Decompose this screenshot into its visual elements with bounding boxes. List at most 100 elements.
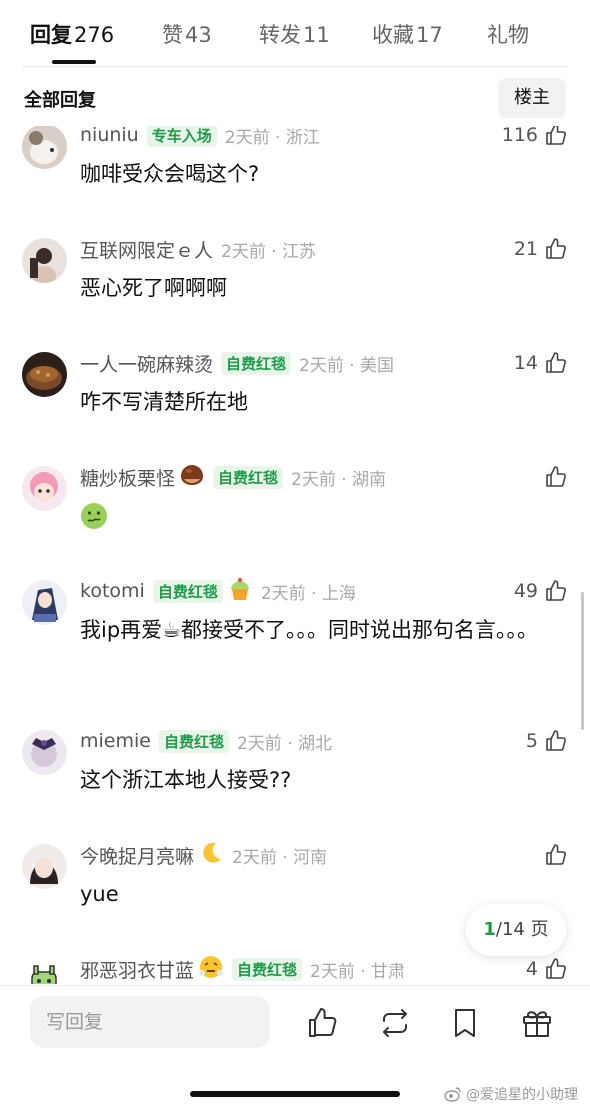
comment-meta: 糖炒板栗怪 自费红毯 2天前 · 湖南 [80, 462, 386, 492]
nauseated-face-emoji [81, 503, 107, 529]
chestnut-emoji [179, 462, 205, 492]
total-pages: /14 页 [495, 919, 549, 940]
tab-favorites-label: 收藏 [372, 23, 414, 47]
like-count: 49 [513, 580, 538, 602]
like-button[interactable] [544, 462, 568, 492]
like-button[interactable] [544, 840, 568, 870]
comment-time-location: 2天前 · 浙江 [224, 127, 320, 148]
thumbs-up-icon [546, 844, 566, 865]
current-page: 1 [483, 919, 496, 940]
op-only-button[interactable]: 楼主 [498, 78, 566, 118]
comment-item: 互联网限定ｅ人 2天前 · 江苏 21 恶心死了啊啊啊 [0, 224, 590, 318]
like-button[interactable]: 21 [514, 234, 568, 264]
comment-time-location: 2天前 · 湖南 [291, 469, 387, 490]
avatar[interactable] [22, 958, 67, 984]
comment-item: 一人一碗麻辣烫 自费红毯 2天前 · 美国 14 咋不写清楚所在地 [0, 338, 590, 432]
tab-replies-count: 276 [74, 23, 115, 47]
comment-text: 咋不写清楚所在地 [80, 390, 248, 414]
home-indicator [190, 1091, 400, 1097]
comment-meta: 一人一碗麻辣烫 自费红毯 2天前 · 美国 [80, 348, 394, 378]
thumbs-up-icon [546, 580, 566, 601]
thumbs-up-icon [546, 352, 566, 373]
thumbs-up-icon [546, 126, 566, 145]
comment-text [80, 498, 550, 541]
comment-item: 糖炒板栗怪 自费红毯 2天前 · 湖南 [0, 452, 590, 546]
username[interactable]: niuniu [80, 126, 139, 146]
bookmark-icon[interactable] [448, 1006, 482, 1040]
tab-replies-label: 回复 [30, 23, 72, 47]
like-count: 21 [513, 238, 538, 260]
comment-time-location: 2天前 · 甘肃 [310, 961, 406, 982]
comment-time-location: 2天前 · 上海 [260, 583, 356, 604]
thumbs-up-icon [546, 466, 566, 487]
comment-item: miemie 自费红毯 2天前 · 湖北 5 这个浙江本地人接受?? [0, 716, 590, 810]
tab-likes-label: 赞 [162, 23, 183, 47]
avatar[interactable] [22, 580, 67, 625]
like-button[interactable]: 14 [514, 348, 568, 378]
like-button[interactable]: 4 [526, 954, 568, 984]
bottom-bar-divider [0, 985, 590, 986]
comment-item: kotomi 自费红毯 2天前 · 上海 49 我ip再爱☕都接受不了。。。同时… [0, 566, 590, 700]
thumbs-up-icon [546, 238, 566, 259]
replies-subheader: 全部回复 楼主 [0, 78, 590, 122]
crescent-moon-emoji [198, 840, 224, 870]
like-count: 14 [513, 352, 538, 374]
comment-meta: 互联网限定ｅ人 2天前 · 江苏 [80, 234, 316, 264]
tabs-divider [22, 66, 568, 67]
comment-time-location: 2天前 · 河南 [232, 847, 328, 868]
comment-text: 这个浙江本地人接受?? [80, 768, 292, 792]
steam-face-emoji [198, 954, 224, 984]
user-badge: 自费红毯 [158, 729, 229, 753]
like-count: 116 [501, 126, 538, 146]
thumbs-up-icon [546, 958, 566, 979]
comment-item: niuniu 专车入场 2天前 · 浙江 116 咖啡受众会喝这个? [0, 126, 590, 204]
comment-text: 我ip再爱☕都接受不了。。。同时说出那句名言。。。 [80, 618, 538, 642]
username[interactable]: kotomi [80, 580, 145, 602]
watermark: @爱追星的小助理 [444, 1084, 578, 1104]
like-button[interactable]: 116 [502, 126, 568, 150]
username[interactable]: 互联网限定ｅ人 [80, 236, 213, 263]
like-icon[interactable] [306, 1006, 340, 1040]
username[interactable]: 糖炒板栗怪 [80, 464, 175, 491]
tab-favorites[interactable]: 收藏17 [372, 20, 443, 50]
username[interactable]: miemie [80, 730, 151, 752]
like-count: 5 [525, 730, 538, 752]
avatar[interactable] [22, 352, 67, 397]
avatar[interactable] [22, 466, 67, 511]
tab-favorites-count: 17 [416, 23, 443, 47]
comment-meta: niuniu 专车入场 2天前 · 浙江 [80, 126, 320, 150]
gift-icon[interactable] [520, 1006, 554, 1040]
like-button[interactable]: 5 [526, 726, 568, 756]
comment-meta: kotomi 自费红毯 2天前 · 上海 [80, 576, 356, 606]
comment-time-location: 2天前 · 美国 [299, 355, 395, 376]
tab-gifts[interactable]: 礼物 [487, 20, 529, 50]
avatar[interactable] [22, 844, 67, 889]
active-tab-indicator [52, 60, 96, 64]
page-indicator[interactable]: 1/14 页 [466, 904, 566, 956]
user-badge: 自费红毯 [213, 465, 284, 489]
weibo-logo-icon [444, 1087, 461, 1102]
user-badge: 专车入场 [146, 126, 217, 147]
tab-likes[interactable]: 赞43 [162, 20, 212, 50]
username[interactable]: 今晚捉月亮嘛 [80, 842, 194, 869]
user-badge: 自费红毯 [221, 351, 292, 375]
user-badge: 自费红毯 [232, 957, 303, 981]
user-badge: 自费红毯 [152, 579, 223, 603]
thumbs-up-icon [546, 730, 566, 751]
avatar[interactable] [22, 730, 67, 775]
tab-replies[interactable]: 回复276 [30, 20, 114, 50]
avatar[interactable] [22, 126, 67, 169]
cupcake-emoji [227, 576, 253, 606]
scrollbar[interactable] [581, 592, 584, 730]
username[interactable]: 一人一碗麻辣烫 [80, 350, 213, 377]
reply-input[interactable] [30, 996, 270, 1048]
tab-gifts-label: 礼物 [487, 23, 529, 47]
like-button[interactable]: 49 [514, 576, 568, 606]
comment-list[interactable]: niuniu 专车入场 2天前 · 浙江 116 咖啡受众会喝这个? 互联网限定… [0, 126, 590, 984]
avatar[interactable] [22, 238, 67, 283]
all-replies-title: 全部回复 [24, 90, 96, 111]
repost-icon[interactable] [378, 1006, 412, 1040]
tab-reposts-count: 11 [303, 23, 330, 47]
username[interactable]: 邪恶羽衣甘蓝 [80, 956, 194, 983]
tab-reposts[interactable]: 转发11 [259, 20, 330, 50]
